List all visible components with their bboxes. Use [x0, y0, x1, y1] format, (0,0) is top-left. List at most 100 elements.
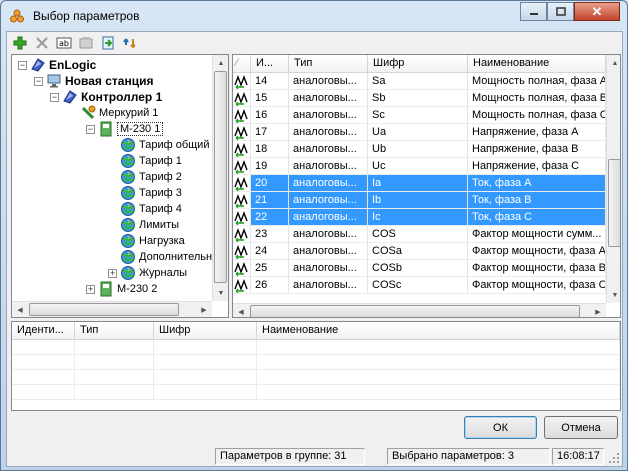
- minimize-button[interactable]: [520, 2, 547, 21]
- grid-row[interactable]: 21 аналоговы... Ib Ток, фаза В: [233, 192, 606, 209]
- undo-button[interactable]: [121, 34, 139, 52]
- cell-name: Напряжение, фаза А: [468, 124, 606, 141]
- tree-node[interactable]: Контроллер 1: [62, 89, 162, 105]
- tree-expander-icon[interactable]: −: [34, 77, 43, 86]
- tree-node[interactable]: Тариф 4: [120, 201, 182, 217]
- grid-vertical-scrollbar[interactable]: ▲ ▼: [606, 55, 620, 303]
- cell-id: 17: [251, 124, 289, 141]
- tree-node-label: М-230 2: [117, 283, 158, 295]
- grid-row[interactable]: 14 аналоговы... Sa Мощность полная, фаза А: [233, 73, 606, 90]
- cell-name: Ток, фаза А: [468, 175, 606, 192]
- tree-scroll-thumb[interactable]: [214, 71, 227, 283]
- selected-header-code[interactable]: Шифр: [154, 322, 257, 340]
- header-type[interactable]: Тип: [289, 55, 368, 73]
- rename-button[interactable]: ab: [55, 34, 73, 52]
- device-tree[interactable]: −EnLogic−Новая станция−Контроллер 1−Мерк…: [11, 54, 229, 318]
- grid-scroll-thumb[interactable]: [608, 159, 620, 247]
- header-code[interactable]: Шифр: [368, 55, 468, 73]
- parameter-group-icon: [121, 138, 135, 152]
- import-button[interactable]: [99, 34, 117, 52]
- tree-node-label: Тариф общий: [139, 139, 210, 151]
- tree-node-label: Тариф 3: [139, 187, 182, 199]
- scroll-left-icon[interactable]: ◀: [12, 302, 28, 317]
- tree-node[interactable]: Дополнительно: [120, 249, 218, 265]
- tree-expander-icon[interactable]: −: [18, 61, 27, 70]
- selected-header-name[interactable]: Наименование: [257, 322, 620, 340]
- tree-node[interactable]: М-230 1: [98, 121, 164, 137]
- cell-type: аналоговы...: [289, 175, 368, 192]
- grid-hscroll-thumb[interactable]: [250, 305, 580, 317]
- maximize-button[interactable]: [547, 2, 574, 21]
- analog-signal-icon: [233, 141, 251, 158]
- tree-node[interactable]: Журналы: [120, 265, 187, 281]
- grid-row[interactable]: 24 аналоговы... COSa Фактор мощности, фаза …: [233, 243, 606, 260]
- grid-row[interactable]: 18 аналоговы... Ub Напряжение, фаза В: [233, 141, 606, 158]
- parameter-group-icon: [121, 218, 135, 232]
- grid-row[interactable]: 26 аналоговы... COSc Фактор мощности, фаза …: [233, 277, 606, 294]
- cell-type: аналоговы...: [289, 260, 368, 277]
- close-button[interactable]: ✕: [574, 2, 620, 21]
- tree-node[interactable]: М-230 2: [98, 281, 157, 297]
- tree-node[interactable]: Меркурий 1: [80, 105, 158, 121]
- grid-row[interactable]: 20 аналоговы... Ia Ток, фаза А: [233, 175, 606, 192]
- app-icon: [10, 9, 24, 23]
- grid-row[interactable]: 16 аналоговы... Sc Мощность полная, фаза С: [233, 107, 606, 124]
- add-button[interactable]: [11, 34, 29, 52]
- properties-button[interactable]: [77, 34, 95, 52]
- tree-node-label: Тариф 1: [139, 155, 182, 167]
- grid-scroll-left-icon[interactable]: ◀: [233, 304, 249, 317]
- tree-expander-icon[interactable]: −: [50, 93, 59, 102]
- cell-id: 21: [251, 192, 289, 209]
- grid-row[interactable]: 23 аналоговы... COS Фактор мощности сумм...: [233, 226, 606, 243]
- grid-row[interactable]: 15 аналоговы... Sb Мощность полная, фаза В: [233, 90, 606, 107]
- scroll-up-icon[interactable]: ▲: [213, 55, 228, 71]
- tree-node[interactable]: Тариф общий: [120, 137, 209, 153]
- status-selected-count: Выбрано параметров: 3: [387, 448, 550, 465]
- cell-name: Напряжение, фаза В: [468, 141, 606, 158]
- maximize-icon: [555, 7, 566, 16]
- header-name[interactable]: Наименование: [468, 55, 606, 73]
- selected-header-id[interactable]: Иденти...: [12, 322, 75, 340]
- selected-parameters-list[interactable]: Иденти... Тип Шифр Наименование: [11, 321, 621, 411]
- cell-type: аналоговы...: [289, 226, 368, 243]
- analog-signal-icon: [233, 175, 251, 192]
- analog-signal-icon: [233, 124, 251, 141]
- grid-row[interactable]: 22 аналоговы... Ic Ток, фаза С: [233, 209, 606, 226]
- tree-node[interactable]: EnLogic: [30, 57, 96, 73]
- tree-node[interactable]: Новая станция: [46, 73, 153, 89]
- resize-grip-icon[interactable]: [608, 452, 620, 464]
- cell-type: аналоговы...: [289, 73, 368, 90]
- header-id[interactable]: И...: [251, 55, 289, 73]
- cancel-button[interactable]: Отмена: [544, 416, 618, 439]
- grid-row[interactable]: 17 аналоговы... Ua Напряжение, фаза А: [233, 124, 606, 141]
- tree-node[interactable]: Тариф 2: [120, 169, 182, 185]
- delete-button[interactable]: [33, 34, 51, 52]
- grid-scroll-right-icon[interactable]: ▶: [590, 304, 606, 317]
- scroll-down-icon[interactable]: ▼: [213, 285, 228, 301]
- title-bar[interactable]: Выбор параметров ✕: [1, 1, 627, 31]
- grid-row[interactable]: 19 аналоговы... Uc Напряжение, фаза С: [233, 158, 606, 175]
- parameters-grid[interactable]: ⁄ И... Тип Шифр Наименование 14 аналоговы…: [232, 54, 621, 318]
- tree-node[interactable]: Нагрузка: [120, 233, 185, 249]
- cell-name: Мощность полная, фаза С: [468, 107, 606, 124]
- ok-button[interactable]: ОК: [464, 416, 537, 439]
- grid-scroll-up-icon[interactable]: ▲: [607, 55, 620, 71]
- tree-node[interactable]: Лимиты: [120, 217, 179, 233]
- grid-horizontal-scrollbar[interactable]: ◀ ▶: [233, 303, 606, 317]
- cell-type: аналоговы...: [289, 158, 368, 175]
- tree-horizontal-scrollbar[interactable]: ◀ ▶: [12, 301, 212, 317]
- tree-expander-icon[interactable]: +: [86, 285, 95, 294]
- grid-row[interactable]: 25 аналоговы... COSb Фактор мощности, фаза …: [233, 260, 606, 277]
- cell-name: Фактор мощности сумм...: [468, 226, 606, 243]
- selected-header-type[interactable]: Тип: [75, 322, 154, 340]
- scroll-right-icon[interactable]: ▶: [196, 302, 212, 317]
- grid-scroll-down-icon[interactable]: ▼: [607, 287, 620, 303]
- tree-node[interactable]: Тариф 3: [120, 185, 182, 201]
- header-icon-column[interactable]: ⁄: [233, 55, 251, 73]
- cell-type: аналоговы...: [289, 124, 368, 141]
- tree-vertical-scrollbar[interactable]: ▲ ▼: [212, 55, 228, 301]
- tree-expander-icon[interactable]: +: [108, 269, 117, 278]
- tree-node[interactable]: Тариф 1: [120, 153, 182, 169]
- tree-hscroll-thumb[interactable]: [29, 303, 179, 316]
- tree-expander-icon[interactable]: −: [86, 125, 95, 134]
